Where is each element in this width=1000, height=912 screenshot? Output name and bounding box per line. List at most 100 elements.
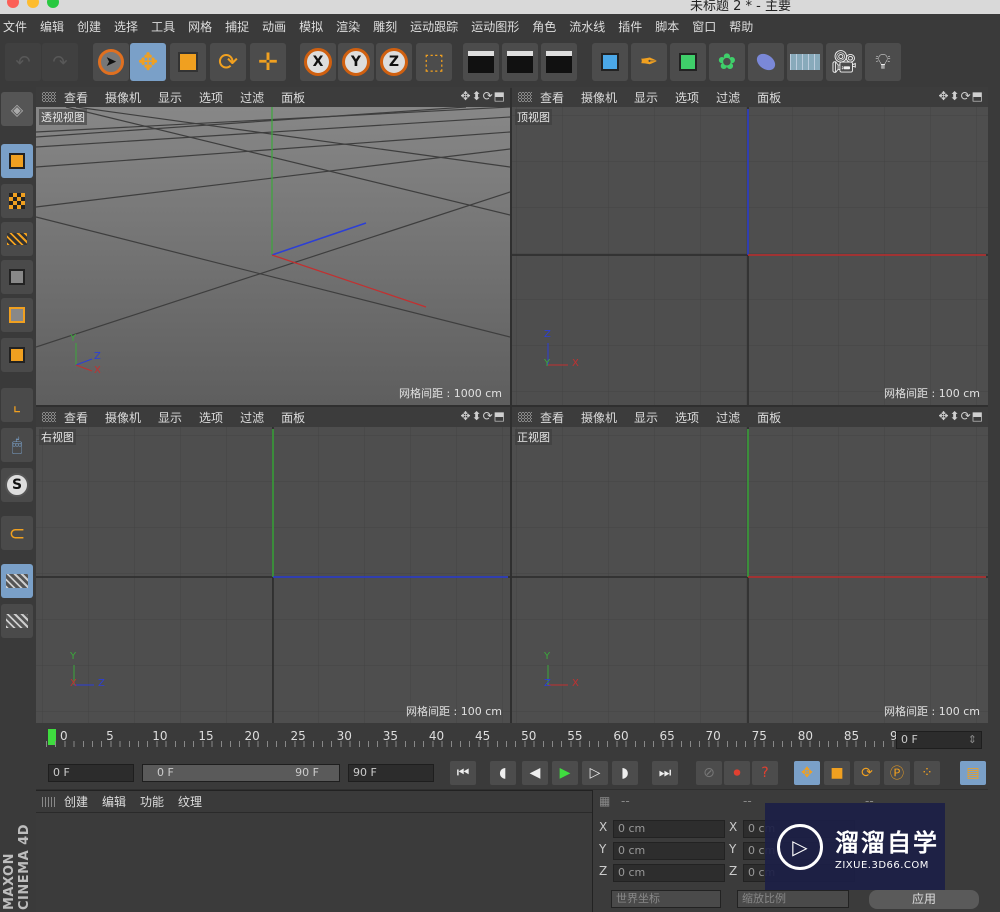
timeline-ruler[interactable]: 051015202530354045505560657075808590 [46, 727, 905, 753]
viewport-menu-filter[interactable]: 过滤 [240, 409, 264, 426]
redo-icon[interactable]: ↷ [42, 43, 78, 81]
position-x-field[interactable]: 0 cm [613, 820, 725, 838]
menu-render[interactable]: 渲染 [336, 18, 360, 35]
rotate-icon[interactable]: ⟳ [210, 43, 246, 81]
next-key-icon[interactable]: ◗ [612, 761, 638, 785]
tweak-mode-icon[interactable]: 🖱︎ [1, 428, 33, 462]
viewport-menu-view[interactable]: 查看 [540, 409, 564, 426]
move-icon[interactable]: ✥ [130, 43, 166, 81]
viewport-menu-panel[interactable]: 面板 [281, 89, 305, 106]
add-object-icon[interactable]: ✛ [250, 43, 286, 81]
viewport-right[interactable]: 查看 摄像机 显示 选项 过滤 面板 ✥⬍⟳⬒ Y X Z 右视图 网格间距 :… [36, 407, 510, 723]
viewport-menu-view[interactable]: 查看 [540, 89, 564, 106]
viewport-menu-filter[interactable]: 过滤 [716, 409, 740, 426]
light-icon[interactable]: 💡︎ [865, 43, 901, 81]
timeline[interactable]: 051015202530354045505560657075808590 0 F… [36, 723, 1000, 759]
grip-icon[interactable] [518, 92, 532, 102]
minimize-window-button[interactable] [27, 0, 39, 8]
texture-mode-icon[interactable] [1, 184, 33, 218]
viewport-menu-panel[interactable]: 面板 [757, 409, 781, 426]
menu-plugins[interactable]: 插件 [618, 18, 642, 35]
viewport-menu-display[interactable]: 显示 [634, 89, 658, 106]
position-z-field[interactable]: 0 cm [613, 864, 725, 882]
scale-icon[interactable] [170, 43, 206, 81]
menu-help[interactable]: 帮助 [729, 18, 753, 35]
viewport-menu-panel[interactable]: 面板 [281, 409, 305, 426]
magnet-icon[interactable]: ⊂ [1, 516, 33, 550]
grip-icon[interactable]: ▦ [599, 794, 610, 808]
viewport-menu-view[interactable]: 查看 [64, 409, 88, 426]
model-mode-icon[interactable] [1, 144, 33, 178]
menu-mesh[interactable]: 网格 [188, 18, 212, 35]
planar-workplane-icon[interactable] [1, 604, 33, 638]
undo-icon[interactable]: ↶ [5, 43, 41, 81]
viewport-menu-display[interactable]: 显示 [158, 89, 182, 106]
menu-animate[interactable]: 动画 [262, 18, 286, 35]
edges-mode-icon[interactable] [1, 298, 33, 332]
viewport-menu-filter[interactable]: 过滤 [240, 89, 264, 106]
render-view-icon[interactable] [463, 43, 499, 81]
material-menu-texture[interactable]: 纹理 [178, 793, 202, 810]
start-frame-field[interactable]: 0 F [48, 764, 134, 782]
next-frame-icon[interactable]: ▷ [582, 761, 608, 785]
current-frame-field[interactable]: 0 F ⇕ [896, 731, 982, 749]
autokey-icon[interactable]: ⏺︎ [724, 761, 750, 785]
polygons-mode-icon[interactable] [1, 338, 33, 372]
cube-icon[interactable] [592, 43, 628, 81]
cloner-icon[interactable]: ✿ [709, 43, 745, 81]
world-coord-icon[interactable]: ⬚ [416, 43, 452, 81]
viewport-nav-icons[interactable]: ✥⬍⟳⬒ [460, 89, 506, 103]
grip-icon[interactable] [42, 796, 56, 807]
coord-mode-select[interactable]: 世界坐标 [611, 890, 721, 908]
position-y-field[interactable]: 0 cm [613, 842, 725, 860]
menu-window[interactable]: 窗口 [692, 18, 716, 35]
viewport-top[interactable]: 查看 摄像机 显示 选项 过滤 面板 ✥⬍⟳⬒ Z Y X 顶视图 网格间距 :… [512, 87, 988, 405]
viewport-menu-display[interactable]: 显示 [634, 409, 658, 426]
menu-script[interactable]: 脚本 [655, 18, 679, 35]
viewport-menu-camera[interactable]: 摄像机 [581, 89, 617, 106]
key-parameter-icon[interactable]: Ⓟ [884, 761, 910, 785]
menu-select[interactable]: 选择 [114, 18, 138, 35]
lock-workplane-icon[interactable] [1, 564, 33, 598]
material-menu-edit[interactable]: 编辑 [102, 793, 126, 810]
x-axis-icon[interactable]: X [300, 43, 336, 81]
close-window-button[interactable] [7, 0, 19, 8]
deformer-icon[interactable] [748, 43, 784, 81]
key-scale-icon[interactable]: ■ [824, 761, 850, 785]
material-menu-create[interactable]: 创建 [64, 793, 88, 810]
previous-key-icon[interactable]: ◖ [490, 761, 516, 785]
grip-icon[interactable] [518, 412, 532, 422]
key-pla-icon[interactable]: ⁘ [914, 761, 940, 785]
workplane-mode-icon[interactable] [1, 222, 33, 256]
viewport-menu-options[interactable]: 选项 [199, 89, 223, 106]
snapping-icon[interactable]: S [1, 468, 33, 502]
points-mode-icon[interactable] [1, 260, 33, 294]
menu-create[interactable]: 创建 [77, 18, 101, 35]
zoom-window-button[interactable] [47, 0, 59, 8]
axis-mode-icon[interactable]: ⌞ [1, 388, 33, 422]
render-settings-icon[interactable] [541, 43, 577, 81]
menu-snap[interactable]: 捕捉 [225, 18, 249, 35]
timeline-window-icon[interactable]: ▤ [960, 761, 986, 785]
viewport-menu-panel[interactable]: 面板 [757, 89, 781, 106]
viewport-menu-options[interactable]: 选项 [675, 409, 699, 426]
menu-tools[interactable]: 工具 [151, 18, 175, 35]
viewport-front[interactable]: 查看 摄像机 显示 选项 过滤 面板 ✥⬍⟳⬒ Y Z X 正视图 网格间距 :… [512, 407, 988, 723]
menu-edit[interactable]: 编辑 [40, 18, 64, 35]
stepper-icon[interactable]: ⇕ [968, 732, 977, 748]
subdivision-icon[interactable] [670, 43, 706, 81]
viewport-menu-camera[interactable]: 摄像机 [581, 409, 617, 426]
viewport-menu-camera[interactable]: 摄像机 [105, 409, 141, 426]
menu-sculpt[interactable]: 雕刻 [373, 18, 397, 35]
key-position-icon[interactable]: ✥ [794, 761, 820, 785]
play-icon[interactable]: ▶ [552, 761, 578, 785]
pen-icon[interactable]: ✒ [631, 43, 667, 81]
render-picture-icon[interactable] [502, 43, 538, 81]
apply-button[interactable]: 应用 [869, 890, 979, 909]
viewport-menu-display[interactable]: 显示 [158, 409, 182, 426]
viewport-nav-icons[interactable]: ✥⬍⟳⬒ [938, 409, 984, 423]
keyframe-selection-icon[interactable]: ? [752, 761, 778, 785]
viewport-nav-icons[interactable]: ✥⬍⟳⬒ [460, 409, 506, 423]
camera-icon[interactable]: 🎥︎ [826, 43, 862, 81]
material-menu-function[interactable]: 功能 [140, 793, 164, 810]
